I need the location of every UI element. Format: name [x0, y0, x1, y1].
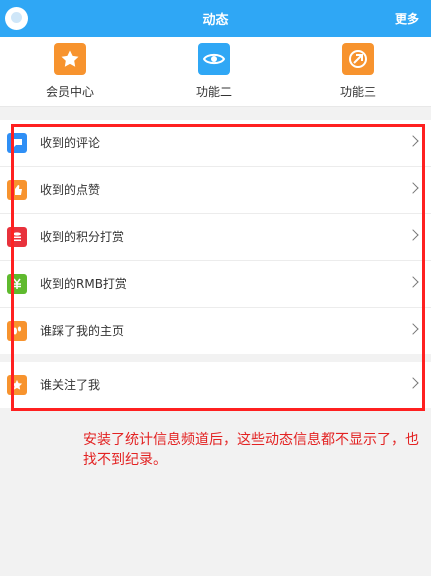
annotation-highlight-box	[11, 124, 425, 411]
eye-icon	[198, 43, 230, 75]
shortcut-label: 功能三	[339, 85, 376, 99]
annotation-note: 安装了统计信息频道后，这些动态信息都不显示了，也找不到纪录。	[83, 432, 419, 468]
shortcut-label: 会员中心	[45, 85, 94, 99]
star-icon	[54, 43, 86, 75]
shortcut-feature-two[interactable]: 功能二	[164, 43, 264, 100]
shortcut-feature-three[interactable]: 功能三	[308, 43, 408, 100]
top-bar: 动态 更多	[0, 0, 431, 37]
shortcut-label: 功能二	[195, 85, 232, 99]
shortcut-bar: 会员中心 功能二 功能三	[0, 37, 431, 107]
shortcut-member-center[interactable]: 会员中心	[20, 43, 120, 100]
more-button[interactable]: 更多	[395, 10, 419, 27]
page-title: 动态	[202, 13, 229, 28]
link-icon	[342, 43, 374, 75]
